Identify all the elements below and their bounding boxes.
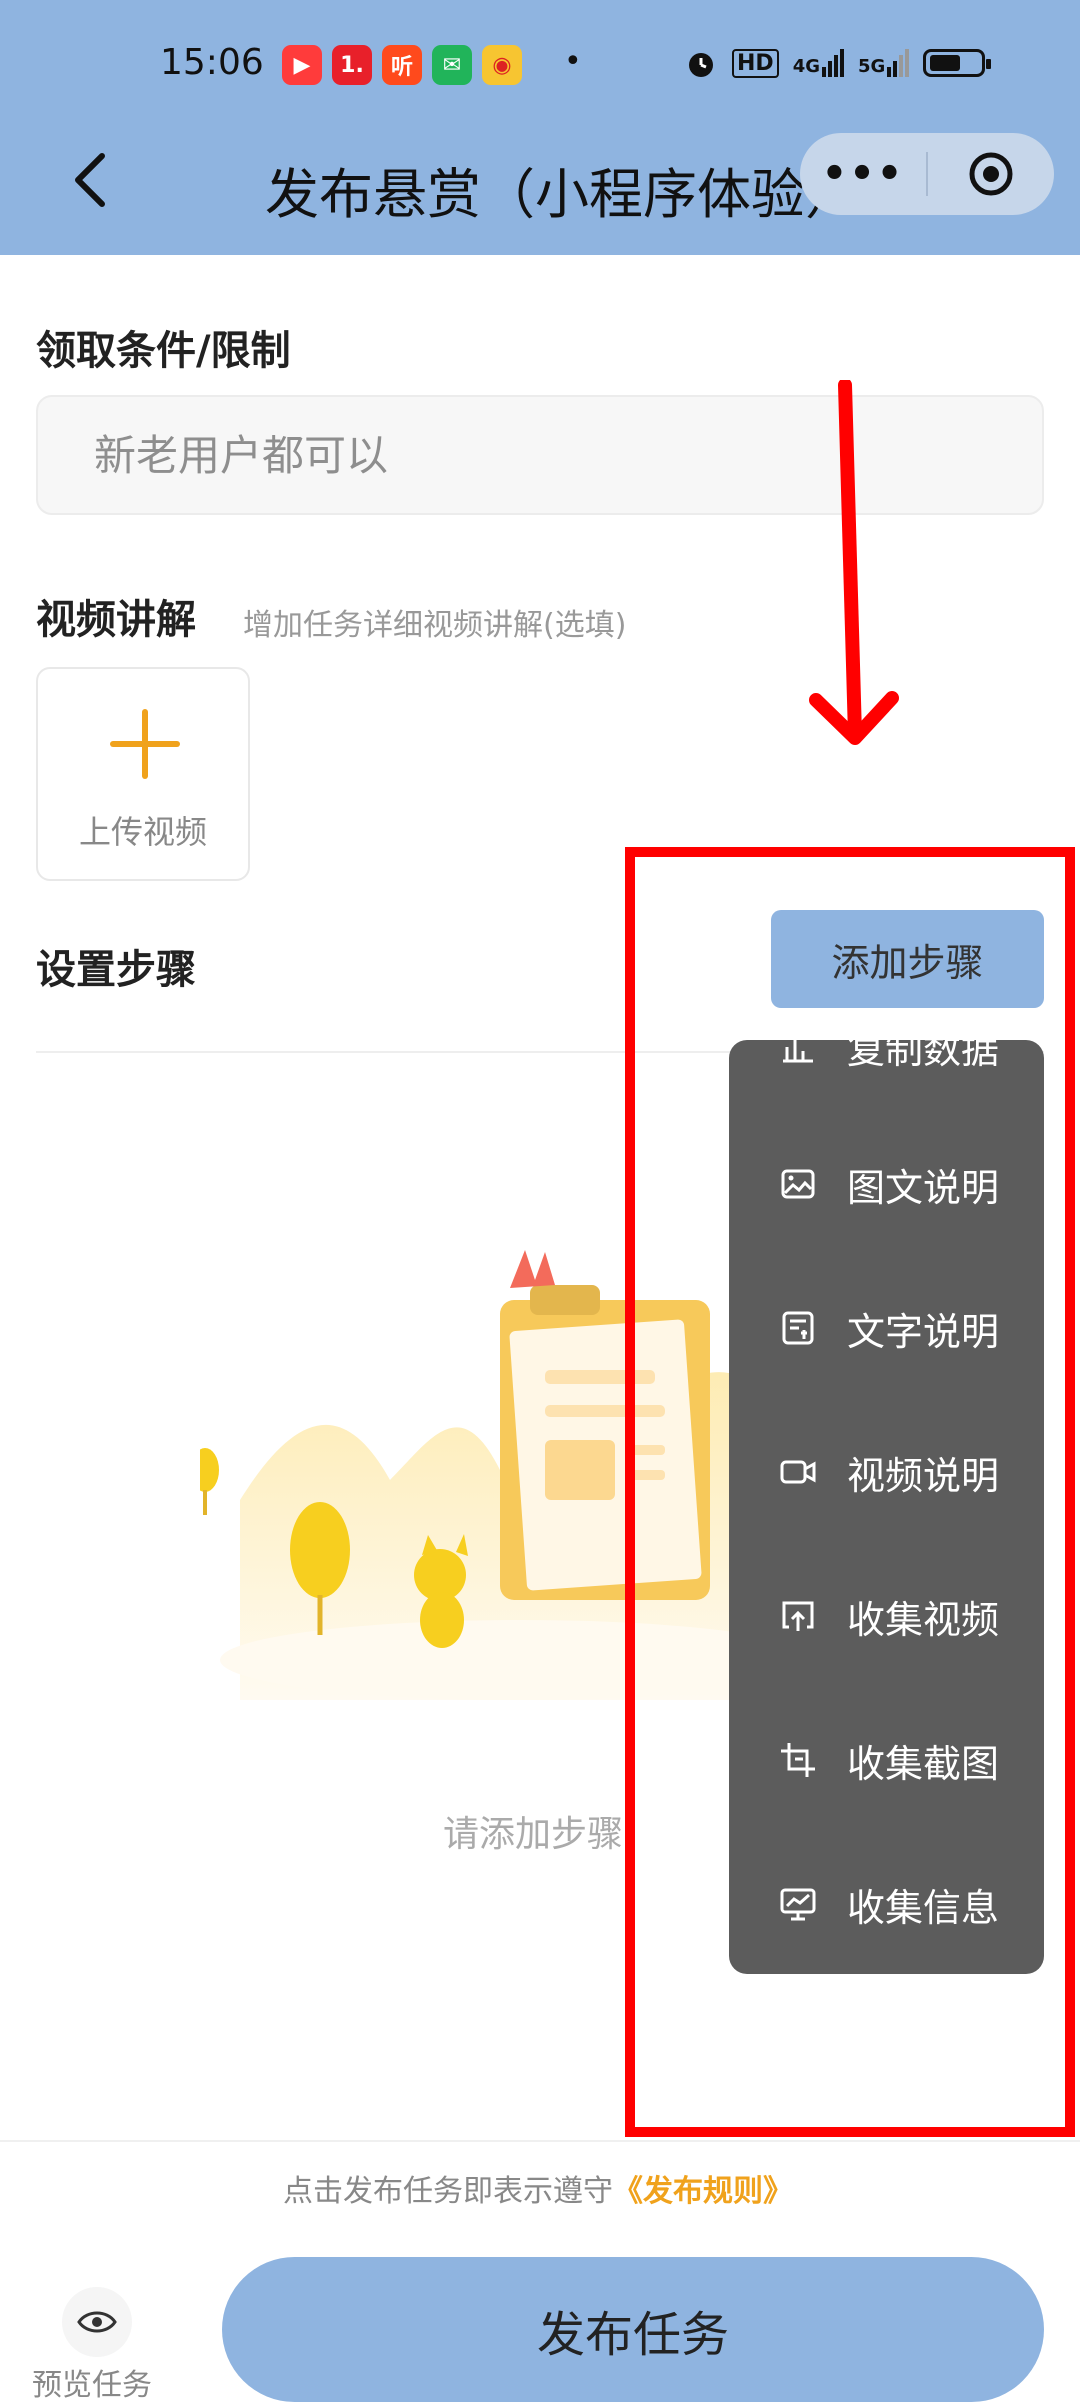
plus-icon [110,709,180,779]
signal-4g-label: 4G [792,56,820,77]
video-app-icon: ▶ [282,45,322,85]
steps-label: 设置步骤 [36,947,196,993]
video-label: 视频讲解 [36,597,196,643]
close-miniprogram-button[interactable] [928,149,1054,199]
status-time: 15:06 [160,42,264,83]
status-app-icons: ▶ 1. 听 ✉ ◉ [282,45,522,85]
target-icon [969,152,1013,196]
upload-video-button[interactable]: 上传视频 [36,667,250,881]
upload-video-label: 上传视频 [78,813,207,851]
empty-steps-text: 请添加步骤 [443,1814,624,1855]
video-hint: 增加任务详细视频讲解(选填) [243,608,627,643]
publish-task-button[interactable]: 发布任务 [222,2257,1044,2402]
annotation-highlight-box [625,847,1075,2137]
more-options-button[interactable]: ••• [800,151,926,197]
hd-indicator: HD [732,48,779,78]
annotation-arrow-icon [809,380,899,745]
miniprogram-capsule: ••• [800,133,1054,215]
weibo-app-icon: ◉ [482,45,522,85]
status-indicators: HD 4G 5G [684,46,992,80]
message-app-icon: ✉ [432,45,472,85]
signal-bars-icon [822,49,844,77]
listen-app-icon: 听 [382,45,422,85]
rules-prefix: 点击发布任务即表示遵守 [283,2174,613,2209]
preview-task-button[interactable] [62,2287,132,2357]
rules-notice: 点击发布任务即表示遵守《发布规则》 [283,2166,793,2210]
conditions-label: 领取条件/限制 [36,328,291,374]
signal-4g: 4G [793,49,844,77]
signal-bars-icon [887,49,910,77]
alarm-icon [689,53,713,77]
signal-5g-label: 5G [858,56,886,77]
battery-icon [923,49,992,77]
page-title: 发布悬赏（小程序体验） [265,163,859,226]
status-dot: • [564,44,582,79]
signal-5g: 5G [858,49,910,77]
back-arrow-icon[interactable] [70,150,110,210]
footer-divider [0,2140,1080,2142]
eye-icon [77,2311,117,2333]
preview-task-label[interactable]: 预览任务 [32,2360,152,2404]
rules-link[interactable]: 《发布规则》 [613,2174,793,2209]
news-app-icon: 1. [332,45,372,85]
